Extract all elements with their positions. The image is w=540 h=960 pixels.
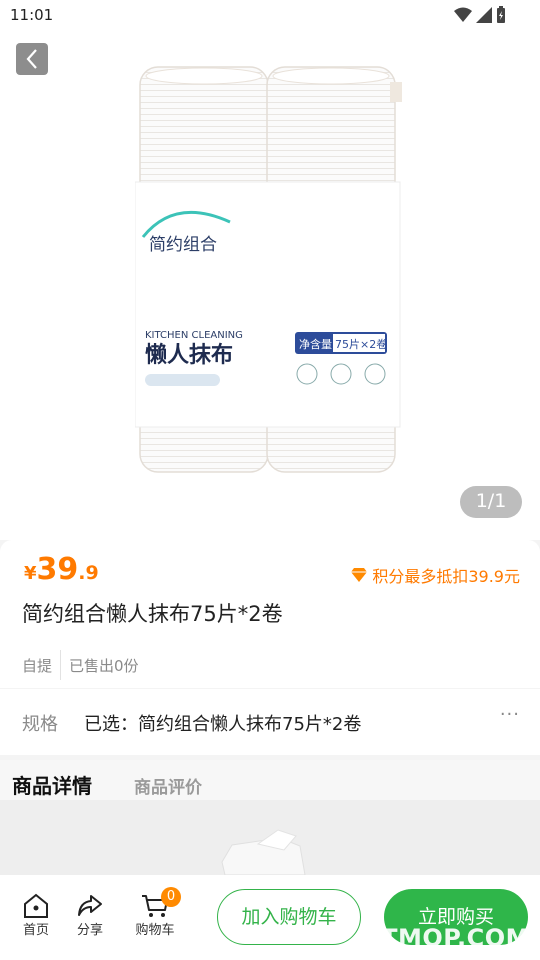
package-net-label: 净含量 xyxy=(299,337,332,351)
tag-sold-count: 已售出0份 xyxy=(69,656,139,675)
watermark: ITMOP.COM xyxy=(371,924,530,952)
share-button[interactable]: 分享 xyxy=(65,893,115,938)
home-label: 首页 xyxy=(22,923,49,938)
more-icon[interactable]: ··· xyxy=(500,704,520,725)
package-subtitle: KITCHEN CLEANING xyxy=(145,330,243,341)
home-button[interactable]: 首页 xyxy=(11,893,61,938)
price-currency: ¥ xyxy=(24,563,37,584)
tab-details[interactable]: 商品详情 xyxy=(12,770,92,799)
wifi-icon xyxy=(454,7,472,22)
battery-icon xyxy=(497,6,505,23)
signal-icon xyxy=(476,7,492,23)
tag-divider xyxy=(60,650,62,680)
detail-content xyxy=(0,800,540,875)
product-image: 简约组合 KITCHEN CLEANING 懒人抹布 净含量 75片×2卷 xyxy=(135,66,402,473)
price-integer: 39 xyxy=(36,552,79,587)
status-bar: 11:01 xyxy=(0,0,540,32)
product-title: 简约组合懒人抹布75片*2卷 xyxy=(22,602,283,626)
points-text: 积分最多抵扣39.9元 xyxy=(372,567,520,586)
cart-button[interactable]: 购物车 0 xyxy=(130,887,181,938)
tab-reviews[interactable]: 商品评价 xyxy=(134,773,202,798)
spec-label: 规格 xyxy=(22,714,58,735)
tag-pickup: 自提 xyxy=(22,656,53,675)
share-label: 分享 xyxy=(76,923,103,938)
detail-tabs: 商品详情 商品评价 xyxy=(0,760,540,800)
points-deduction: 积分最多抵扣39.9元 xyxy=(350,563,520,587)
share-icon xyxy=(78,895,102,916)
package-net-value: 75片×2卷 xyxy=(335,337,387,351)
home-icon xyxy=(24,893,48,918)
status-icons xyxy=(454,6,506,24)
price: ¥39.9 xyxy=(24,552,99,587)
spec-selector[interactable]: 规格 已选：简约组合懒人抹布75片*2卷 ··· xyxy=(0,689,540,755)
product-tags: 自提 已售出0份 xyxy=(22,650,139,680)
package-name: 懒人抹布 xyxy=(145,342,233,368)
diamond-icon xyxy=(351,568,368,582)
cart-label: 购物车 xyxy=(135,923,175,938)
status-time: 11:01 xyxy=(10,6,54,24)
price-decimal: .9 xyxy=(78,562,99,584)
spec-value: 已选：简约组合懒人抹布75片*2卷 xyxy=(84,714,362,735)
package-brand: 简约组合 xyxy=(149,235,217,255)
detail-image-preview xyxy=(221,829,306,875)
add-to-cart-button[interactable]: 加入购物车 xyxy=(217,889,361,945)
image-counter: 1/1 xyxy=(460,486,522,518)
back-button[interactable] xyxy=(16,43,48,75)
cart-count-badge: 0 xyxy=(161,887,181,907)
chevron-left-icon xyxy=(26,49,37,69)
